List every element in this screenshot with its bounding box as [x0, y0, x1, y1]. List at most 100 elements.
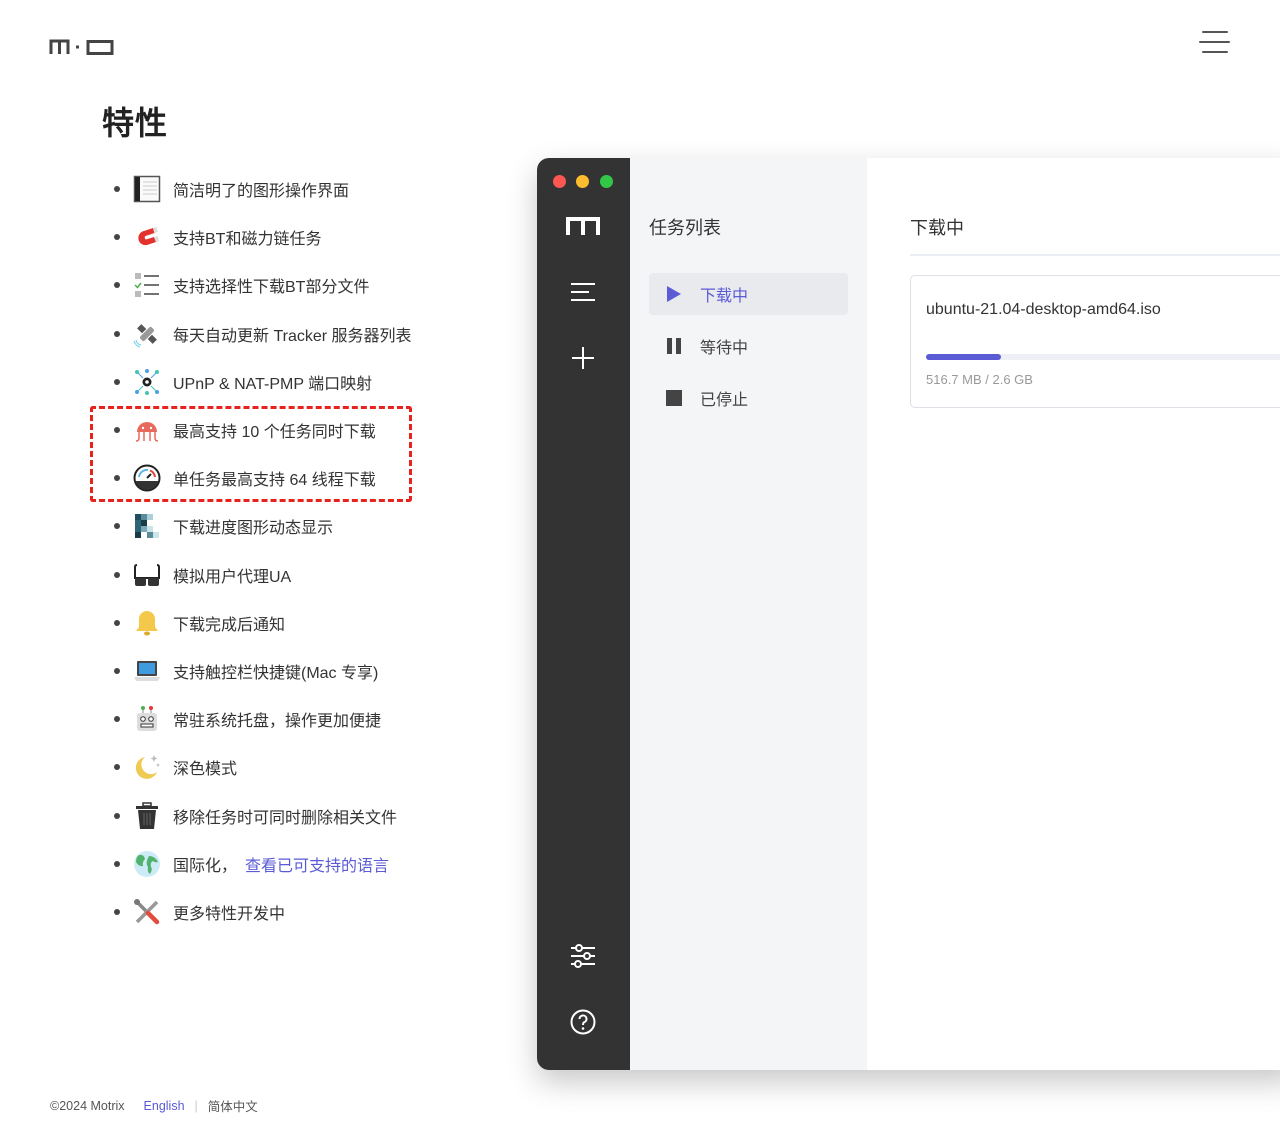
bullet: [114, 475, 120, 481]
app-sidebar: [537, 158, 630, 1070]
feature-item: 单任务最高支持 64 线程下载: [114, 454, 412, 502]
language-chinese-link[interactable]: 简体中文: [208, 1096, 258, 1115]
moon-icon: [132, 752, 162, 782]
preferences-icon[interactable]: [567, 940, 599, 972]
window-minimize-button[interactable]: [576, 175, 589, 188]
task-size-text: 516.7 MB / 2.6 GB: [926, 372, 1033, 387]
feature-item: 支持选择性下载BT部分文件: [114, 261, 412, 309]
bell-icon: [132, 608, 162, 638]
task-main-panel: 下载中 ubuntu-21.04-desktop-amd64.iso 516.7…: [867, 158, 1280, 1070]
magnet-icon: [132, 222, 162, 252]
feature-text: 每天自动更新 Tracker 服务器列表: [173, 322, 412, 346]
task-filter-stopped[interactable]: 已停止: [649, 377, 848, 419]
bullet: [114, 861, 120, 867]
divider: [910, 254, 1280, 256]
tools-icon: [132, 897, 162, 927]
task-list-icon[interactable]: [567, 276, 599, 308]
bullet: [114, 764, 120, 770]
feature-item: 国际化， 查看已可支持的语言: [114, 840, 412, 888]
page-title: 特性: [102, 98, 168, 144]
feature-item: UPnP & NAT-PMP 端口映射: [114, 358, 412, 406]
task-filter-waiting[interactable]: 等待中: [649, 325, 848, 367]
bullet: [114, 427, 120, 433]
language-english-link[interactable]: English: [144, 1099, 185, 1113]
pause-icon: [664, 337, 684, 355]
stop-icon: [664, 389, 684, 407]
feature-item: 移除任务时可同时删除相关文件: [114, 791, 412, 839]
footer: ©2024 Motrix English | 简体中文: [50, 1096, 258, 1115]
task-progress-bar: [926, 354, 1280, 360]
task-card[interactable]: ubuntu-21.04-desktop-amd64.iso 516.7 MB …: [910, 275, 1280, 408]
help-icon[interactable]: [567, 1006, 599, 1038]
feature-text: UPnP & NAT-PMP 端口映射: [173, 370, 372, 394]
feature-item: 更多特性开发中: [114, 888, 412, 936]
feature-item: 下载完成后通知: [114, 599, 412, 647]
feature-text: 支持BT和磁力链任务: [173, 225, 321, 249]
feature-text: 常驻系统托盘，操作更加便捷: [173, 707, 381, 731]
copyright-text: ©2024 Motrix: [50, 1099, 125, 1113]
task-filter-downloading[interactable]: 下载中: [649, 273, 848, 315]
task-list-panel: 任务列表 下载中 等待中 已停止: [630, 158, 867, 1070]
supported-languages-link[interactable]: 查看已可支持的语言: [245, 858, 389, 875]
octopus-icon: [132, 415, 162, 445]
main-panel-title: 下载中: [910, 214, 964, 240]
bullet: [114, 523, 120, 529]
pixel-progress-icon: [132, 511, 162, 541]
bullet: [114, 282, 120, 288]
bullet: [114, 331, 120, 337]
task-filter-label: 等待中: [700, 334, 748, 358]
bullet: [114, 379, 120, 385]
bullet: [114, 716, 120, 722]
laptop-icon: [132, 656, 162, 686]
bullet: [114, 909, 120, 915]
network-gear-icon: [132, 367, 162, 397]
language-separator: |: [195, 1099, 198, 1113]
feature-item: 简洁明了的图形操作界面: [114, 165, 412, 213]
play-icon: [664, 285, 684, 303]
feature-item: 深色模式: [114, 743, 412, 791]
bullet: [114, 234, 120, 240]
add-task-icon[interactable]: [567, 342, 599, 374]
feature-item: 最高支持 10 个任务同时下载: [114, 406, 412, 454]
feature-item: 常驻系统托盘，操作更加便捷: [114, 695, 412, 743]
feature-text: 单任务最高支持 64 线程下载: [173, 466, 376, 490]
feature-text: 支持触控栏快捷键(Mac 专享): [173, 659, 378, 683]
window-close-button[interactable]: [553, 175, 566, 188]
sunglasses-icon: [132, 560, 162, 590]
app-window-screenshot: 任务列表 下载中 等待中 已停止 下载中 ubuntu-21.04-deskto…: [537, 158, 1280, 1070]
feature-text: 支持选择性下载BT部分文件: [173, 273, 369, 297]
satellite-icon: [132, 319, 162, 349]
bullet: [114, 813, 120, 819]
task-filter-label: 已停止: [700, 386, 748, 410]
feature-item: 下载进度图形动态显示: [114, 502, 412, 550]
feature-text: 下载进度图形动态显示: [173, 514, 333, 538]
task-filter-label: 下载中: [700, 282, 748, 306]
feature-text: 更多特性开发中: [173, 900, 285, 924]
feature-text: 国际化， 查看已可支持的语言: [173, 852, 389, 876]
app-logo-icon: [565, 216, 601, 236]
feature-text-label: 国际化，: [173, 858, 237, 875]
task-file-name: ubuntu-21.04-desktop-amd64.iso: [926, 301, 1161, 319]
motrix-logo[interactable]: [49, 37, 115, 55]
bullet: [114, 572, 120, 578]
feature-text: 简洁明了的图形操作界面: [173, 177, 349, 201]
feature-item: 支持触控栏快捷键(Mac 专享): [114, 647, 412, 695]
feature-text: 下载完成后通知: [173, 611, 285, 635]
trash-icon: [132, 801, 162, 831]
window-maximize-button[interactable]: [600, 175, 613, 188]
feature-text: 最高支持 10 个任务同时下载: [173, 418, 376, 442]
bullet: [114, 668, 120, 674]
window-ui-icon: [132, 174, 162, 204]
robot-icon: [132, 704, 162, 734]
feature-list: 简洁明了的图形操作界面 支持BT和磁力链任务 支持选择性下载BT部分文件 每天自…: [114, 165, 412, 936]
feature-text: 移除任务时可同时删除相关文件: [173, 804, 397, 828]
feature-text: 深色模式: [173, 755, 237, 779]
feature-item: 每天自动更新 Tracker 服务器列表: [114, 310, 412, 358]
globe-icon: [132, 849, 162, 879]
bullet: [114, 620, 120, 626]
hamburger-menu-icon[interactable]: [1198, 28, 1232, 58]
feature-text: 模拟用户代理UA: [173, 563, 291, 587]
feature-item: 支持BT和磁力链任务: [114, 213, 412, 261]
checklist-icon: [132, 270, 162, 300]
task-list-title: 任务列表: [649, 214, 721, 240]
